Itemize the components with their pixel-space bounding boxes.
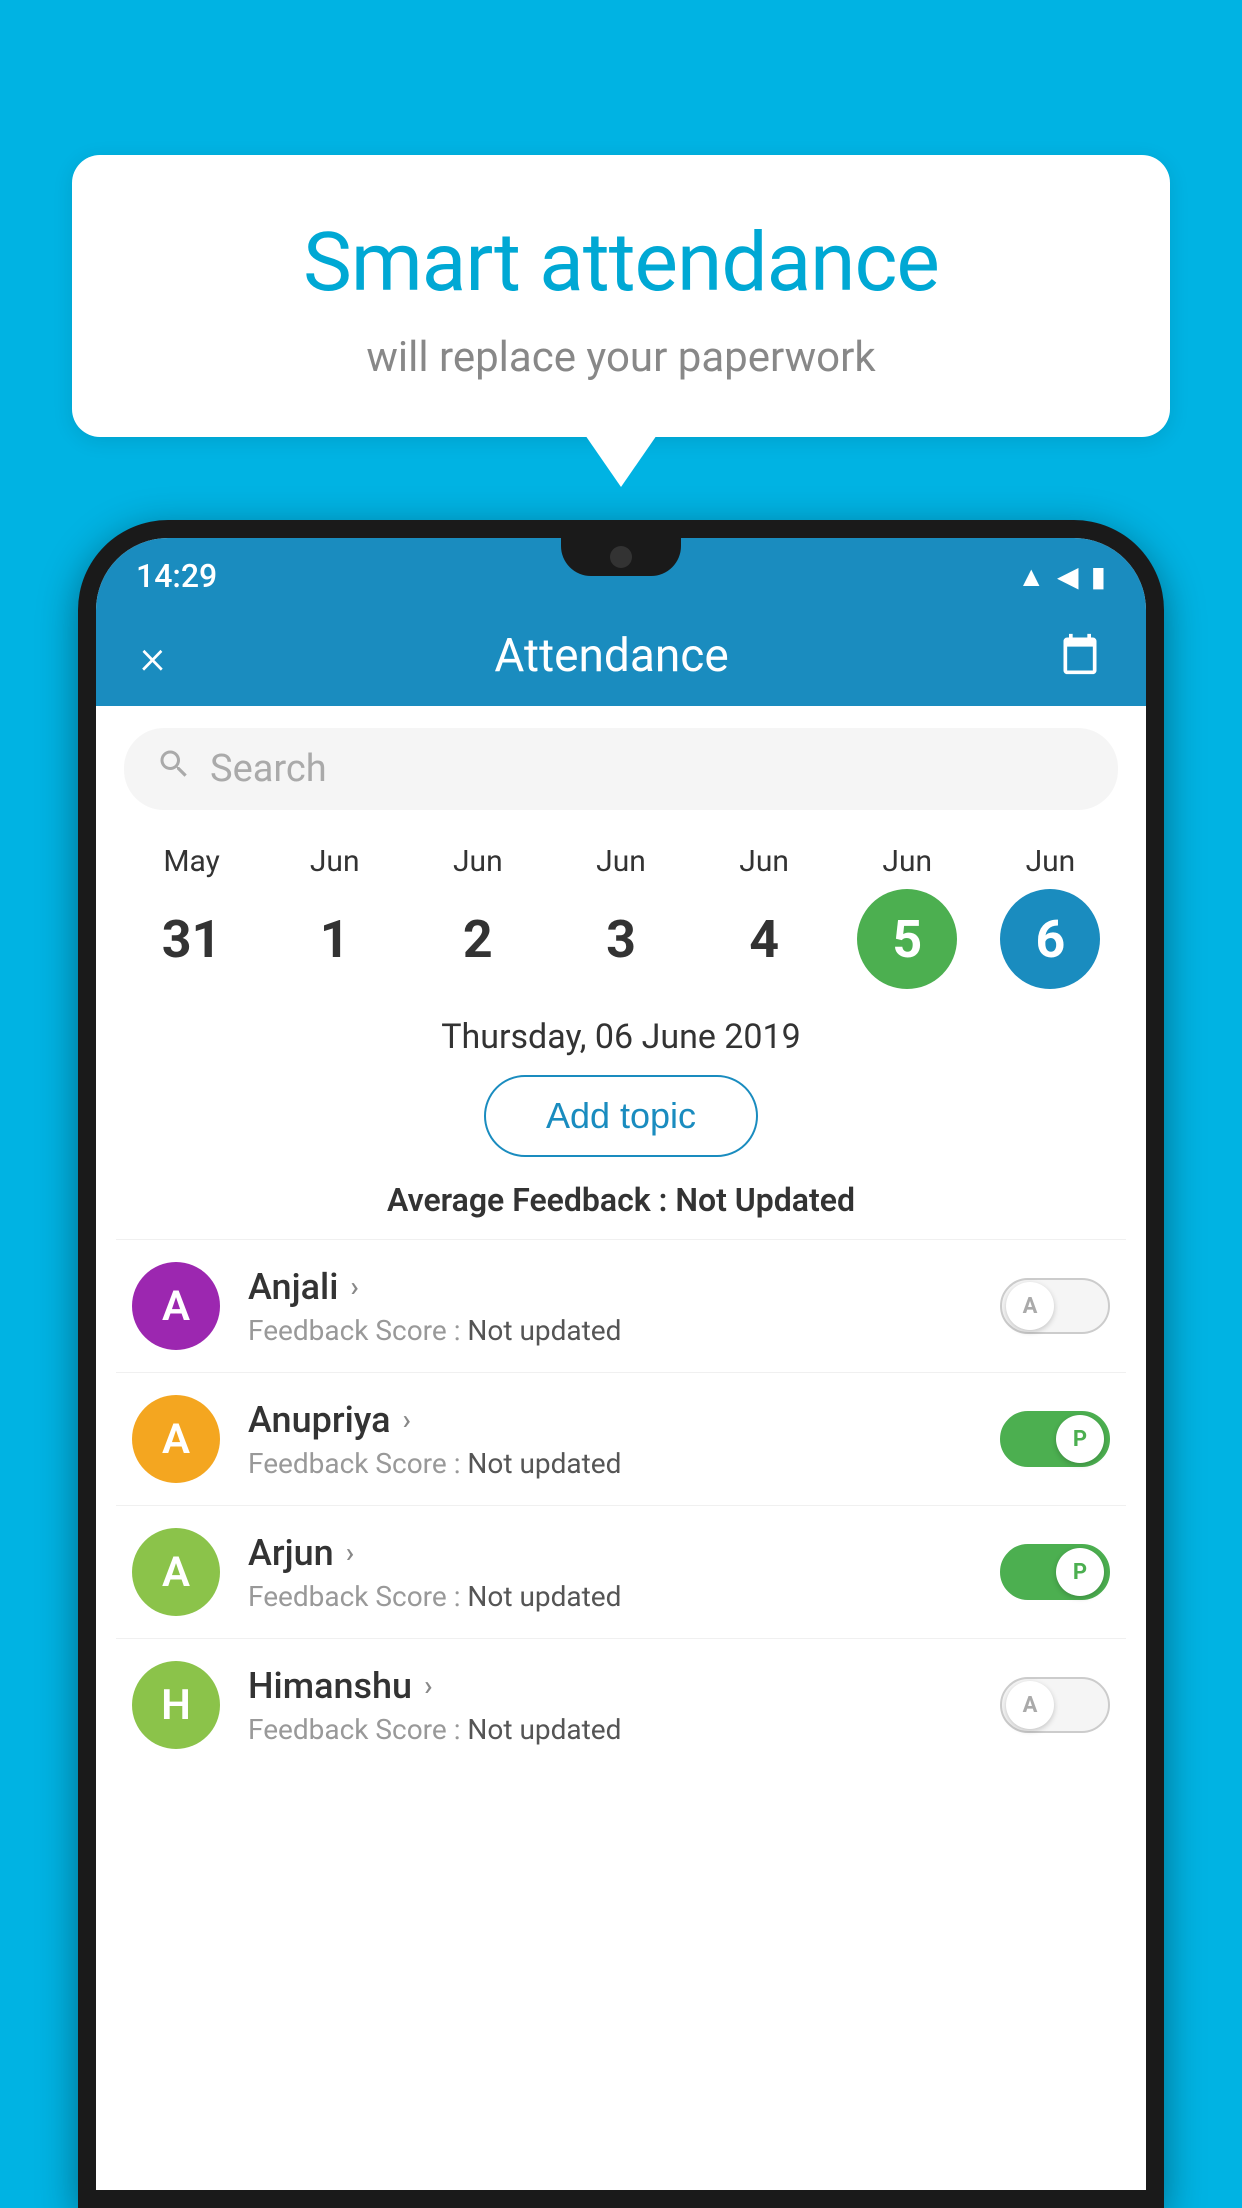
- date-item[interactable]: May 31: [132, 844, 252, 989]
- search-input-placeholder: Search: [210, 747, 327, 791]
- date-item[interactable]: Jun 6: [990, 844, 1110, 989]
- student-info: Himanshu › Feedback Score : Not updated: [248, 1665, 1000, 1746]
- day-number[interactable]: 1: [285, 889, 385, 989]
- phone-frame: 14:29 ▲ ◀ ▮ × Attendance: [78, 520, 1164, 2208]
- avg-feedback-value: Not Updated: [675, 1181, 855, 1219]
- selected-date-label: Thursday, 06 June 2019: [96, 989, 1146, 1075]
- feedback-value: Not updated: [467, 1580, 621, 1613]
- avatar: A: [132, 1395, 220, 1483]
- background: Smart attendance will replace your paper…: [0, 0, 1242, 2208]
- close-button[interactable]: ×: [140, 628, 165, 685]
- month-label: Jun: [596, 844, 646, 879]
- attendance-toggle[interactable]: P: [1000, 1411, 1110, 1467]
- date-item[interactable]: Jun 3: [561, 844, 681, 989]
- day-number[interactable]: 31: [142, 889, 242, 989]
- search-bar[interactable]: Search: [124, 728, 1118, 810]
- feedback-score: Feedback Score : Not updated: [248, 1580, 1000, 1613]
- date-item[interactable]: Jun 2: [418, 844, 538, 989]
- chevron-right-icon: ›: [350, 1270, 358, 1303]
- date-item[interactable]: Jun 4: [704, 844, 824, 989]
- student-name-text: Himanshu: [248, 1665, 412, 1707]
- student-name[interactable]: Himanshu ›: [248, 1665, 1000, 1707]
- date-item[interactable]: Jun 1: [275, 844, 395, 989]
- feedback-value: Not updated: [467, 1314, 621, 1347]
- date-strip: May 31 Jun 1 Jun 2 Jun 3 Jun 4 Jun 5 Jun 6: [96, 832, 1146, 989]
- attendance-toggle[interactable]: A: [1000, 1278, 1110, 1334]
- student-info: Anupriya › Feedback Score : Not updated: [248, 1399, 1000, 1480]
- month-label: Jun: [739, 844, 789, 879]
- student-name-text: Anupriya: [248, 1399, 391, 1441]
- student-name[interactable]: Arjun ›: [248, 1532, 1000, 1574]
- header-title: Attendance: [494, 629, 728, 683]
- chevron-right-icon: ›: [346, 1536, 354, 1569]
- student-item: A Arjun › Feedback Score : Not updated P: [116, 1505, 1126, 1638]
- attendance-toggle[interactable]: P: [1000, 1544, 1110, 1600]
- battery-icon: ▮: [1091, 560, 1106, 593]
- student-info: Anjali › Feedback Score : Not updated: [248, 1266, 1000, 1347]
- speech-bubble-container: Smart attendance will replace your paper…: [72, 155, 1170, 437]
- phone-notch: [561, 538, 681, 576]
- avg-feedback-label: Average Feedback :: [387, 1181, 675, 1219]
- month-label: May: [163, 844, 219, 879]
- date-item[interactable]: Jun 5: [847, 844, 967, 989]
- signal-icon: ◀: [1057, 560, 1079, 593]
- toggle-thumb: P: [1056, 1548, 1104, 1596]
- wifi-icon: ▲: [1017, 560, 1045, 593]
- avatar: H: [132, 1661, 220, 1749]
- attendance-toggle[interactable]: A: [1000, 1677, 1110, 1733]
- status-icons: ▲ ◀ ▮: [1017, 560, 1106, 593]
- student-list: AAnjali›Feedback Score : Not updatedAAAn…: [96, 1239, 1146, 1771]
- student-item: AAnjali›Feedback Score : Not updatedA: [116, 1239, 1126, 1372]
- calendar-icon[interactable]: [1058, 632, 1102, 680]
- toggle-thumb: A: [1006, 1282, 1054, 1330]
- camera-dot: [610, 546, 632, 568]
- avatar: A: [132, 1528, 220, 1616]
- add-topic-button[interactable]: Add topic: [484, 1075, 758, 1157]
- student-item: H Himanshu › Feedback Score : Not updatedA: [116, 1638, 1126, 1771]
- toggle-thumb: A: [1006, 1681, 1054, 1729]
- feedback-value: Not updated: [467, 1713, 621, 1746]
- avg-feedback: Average Feedback : Not Updated: [96, 1181, 1146, 1239]
- status-time: 14:29: [136, 557, 217, 595]
- bubble-subtitle: will replace your paperwork: [122, 333, 1120, 382]
- app-header: × Attendance: [96, 606, 1146, 706]
- chevron-right-icon: ›: [403, 1403, 411, 1436]
- phone-inner: 14:29 ▲ ◀ ▮ × Attendance: [96, 538, 1146, 2190]
- search-icon: [156, 746, 192, 792]
- feedback-value: Not updated: [467, 1447, 621, 1480]
- day-number[interactable]: 5: [857, 889, 957, 989]
- speech-bubble: Smart attendance will replace your paper…: [72, 155, 1170, 437]
- feedback-score: Feedback Score : Not updated: [248, 1314, 1000, 1347]
- month-label: Jun: [1026, 844, 1076, 879]
- student-info: Arjun › Feedback Score : Not updated: [248, 1532, 1000, 1613]
- month-label: Jun: [882, 844, 932, 879]
- student-name[interactable]: Anjali ›: [248, 1266, 1000, 1308]
- day-number[interactable]: 2: [428, 889, 528, 989]
- month-label: Jun: [310, 844, 360, 879]
- student-name[interactable]: Anupriya ›: [248, 1399, 1000, 1441]
- month-label: Jun: [453, 844, 503, 879]
- student-name-text: Anjali: [248, 1266, 338, 1308]
- day-number[interactable]: 6: [1000, 889, 1100, 989]
- day-number[interactable]: 4: [714, 889, 814, 989]
- student-name-text: Arjun: [248, 1532, 334, 1574]
- feedback-score: Feedback Score : Not updated: [248, 1447, 1000, 1480]
- feedback-score: Feedback Score : Not updated: [248, 1713, 1000, 1746]
- chevron-right-icon: ›: [424, 1669, 432, 1702]
- avatar: A: [132, 1262, 220, 1350]
- bubble-title: Smart attendance: [122, 215, 1120, 311]
- student-item: A Anupriya › Feedback Score : Not updated P: [116, 1372, 1126, 1505]
- day-number[interactable]: 3: [571, 889, 671, 989]
- toggle-thumb: P: [1056, 1415, 1104, 1463]
